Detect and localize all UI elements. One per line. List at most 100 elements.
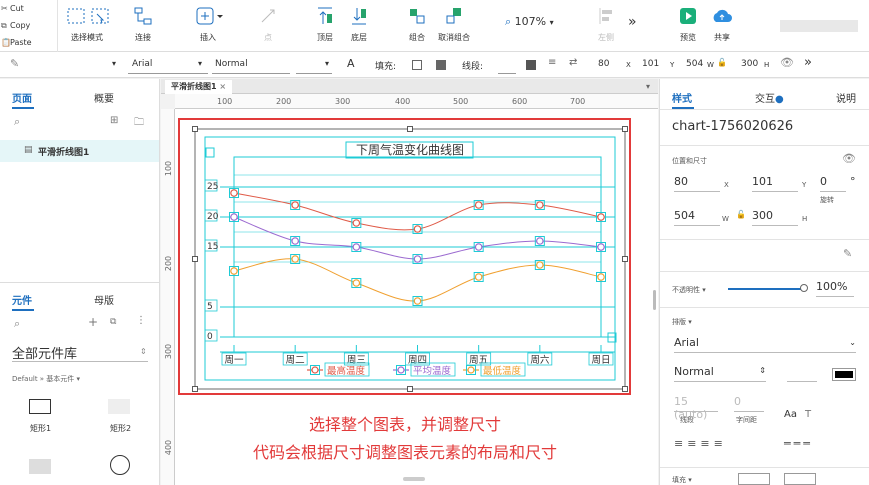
ungroup-icon <box>446 8 461 24</box>
h-field[interactable]: 300 <box>752 209 802 226</box>
style-edit-icon[interactable]: ✎ <box>843 247 852 260</box>
align-buttons[interactable]: ≡≡≡≡ <box>674 437 727 450</box>
add-page-icon[interactable]: ⊞ <box>110 115 118 126</box>
divider <box>0 282 159 283</box>
shadow-swatch[interactable] <box>784 473 816 485</box>
zoom-control[interactable]: ⌕ 107% ▾ <box>505 15 554 29</box>
group-button[interactable]: 组合 <box>404 6 430 43</box>
widget-ellipse-thumb[interactable] <box>110 455 130 475</box>
select-mode-button[interactable]: 选择模式 <box>65 6 109 43</box>
visibility-eye-icon[interactable]: 👁 <box>842 152 856 165</box>
tab-style[interactable]: 样式 <box>672 90 692 105</box>
add-folder-icon[interactable]: 🗀 <box>134 115 144 132</box>
opacity-value: 100% <box>816 280 848 293</box>
share-button[interactable]: 共享 <box>708 6 736 43</box>
opacity-label-text: 不透明性 <box>672 286 700 294</box>
bring-to-top-button[interactable]: 顶层 <box>312 6 338 43</box>
visibility-eye-icon[interactable]: 👁 <box>780 56 794 69</box>
user-account-placeholder[interactable] <box>780 20 858 32</box>
preview-button[interactable]: 预览 <box>676 6 700 43</box>
resize-handle <box>407 126 413 132</box>
font-weight-select[interactable]: Normal ⇕ <box>674 365 766 382</box>
font-select[interactable]: Arial <box>132 59 152 69</box>
w-field[interactable]: 504 <box>686 59 703 69</box>
more-vertical-icon[interactable]: ⋮ <box>136 315 146 326</box>
arrow-style-icon[interactable]: ⇄ <box>569 57 577 68</box>
tab-outline[interactable]: 概要 <box>94 90 114 105</box>
tab-notes[interactable]: 说明 <box>836 90 856 105</box>
tab-masters[interactable]: 母版 <box>94 292 114 307</box>
chevron-updown-icon[interactable]: ⇕ <box>140 347 147 356</box>
send-to-bottom-button[interactable]: 底层 <box>346 6 372 43</box>
lock-icon[interactable]: 🔓 <box>736 210 746 219</box>
widget-image-thumb[interactable] <box>29 459 51 474</box>
opacity-slider-thumb[interactable] <box>800 284 808 292</box>
fill-color-swatch[interactable] <box>412 60 422 70</box>
rotation-field[interactable]: 0 ° <box>820 175 860 192</box>
tab-pages[interactable]: 页面 <box>12 90 32 105</box>
valign-buttons[interactable]: ═══ <box>784 437 813 450</box>
tab-interactions[interactable]: 交互● <box>755 90 784 105</box>
tab-widgets[interactable]: 元件 <box>12 292 32 307</box>
opacity-slider-track[interactable] <box>728 288 804 290</box>
page-tab[interactable]: 平滑折线图1 × <box>165 80 233 94</box>
library-path[interactable]: Default » 基本元件 ▾ <box>12 374 80 384</box>
widget-rectangle1-thumb[interactable] <box>29 399 51 414</box>
library-copy-icon[interactable]: ⧉ <box>110 317 116 327</box>
page-icon: ▤ <box>24 145 33 155</box>
font-size-underline[interactable] <box>787 381 817 382</box>
element-name[interactable]: chart-1756020626 <box>672 119 793 134</box>
text-color-picker[interactable] <box>832 368 856 381</box>
paste-button[interactable]: 📋 Paste <box>0 34 57 51</box>
opacity-field[interactable]: 100% <box>816 280 856 297</box>
tab-dropdown-icon[interactable]: ▾ <box>646 82 650 91</box>
connect-button[interactable]: 连接 <box>128 6 158 43</box>
stroke-color-swatch[interactable] <box>526 60 536 70</box>
text-format-icon[interactable]: T <box>805 409 811 420</box>
insert-button[interactable]: 插入 <box>190 6 226 43</box>
w-field[interactable]: 504 <box>674 209 724 226</box>
style-painter-icon[interactable]: ✎ <box>10 57 19 70</box>
add-library-icon[interactable]: + <box>88 315 98 329</box>
y-field[interactable]: 101 <box>752 175 802 192</box>
x-label: X <box>724 181 729 189</box>
ungroup-button[interactable]: 取消组合 <box>436 6 472 43</box>
fill-swatch[interactable] <box>738 473 770 485</box>
font-select[interactable]: Arial ⌄ <box>674 336 856 353</box>
chevron-down-icon[interactable]: ▾ <box>325 59 329 68</box>
page-canvas[interactable]: 下周气温变化曲线图 25 20 15 5 0 周一 周二 周三 周四 周五 周六 周日 最高温度 平均温度最… <box>175 109 658 485</box>
divider <box>660 307 869 308</box>
page-list-item[interactable]: ▤ 平滑折线图1 <box>0 140 159 162</box>
search-icon[interactable]: ⌕ <box>14 317 20 331</box>
chevron-down-icon[interactable]: ▾ <box>198 59 202 68</box>
h-field[interactable]: 300 <box>741 59 758 69</box>
weight-select[interactable]: Normal <box>215 59 248 69</box>
scroll-handle[interactable] <box>403 477 425 481</box>
text-color-icon[interactable]: A <box>347 57 355 70</box>
more-tools-icon[interactable]: » <box>628 14 637 30</box>
more-format-icon[interactable]: » <box>804 55 812 70</box>
legend-marker <box>311 366 319 374</box>
y-label: Y <box>670 61 675 69</box>
widget-rectangle2-thumb[interactable] <box>108 399 130 414</box>
x-tick-label: 周六 <box>530 354 550 366</box>
close-icon[interactable]: × <box>219 82 226 91</box>
search-icon[interactable]: ⌕ <box>14 115 20 129</box>
x-field[interactable]: 80 <box>674 175 724 192</box>
copy-button[interactable]: ⧉ Copy <box>0 17 57 34</box>
library-select[interactable]: 全部元件库 <box>12 343 77 362</box>
x-field[interactable]: 80 <box>598 59 609 69</box>
text-style-icon[interactable]: Aa <box>784 409 797 420</box>
annotation-line-2: 代码会根据尺寸调整图表元素的布局和尺寸 <box>252 443 557 462</box>
shadow-swatch[interactable] <box>436 60 446 70</box>
lock-icon[interactable]: 🔓 <box>717 58 727 67</box>
chevron-down-icon[interactable]: ▾ <box>112 59 116 68</box>
y-field[interactable]: 101 <box>642 59 659 69</box>
line-style-icon[interactable]: ≡ <box>548 57 556 68</box>
panel-resize-handle[interactable] <box>653 290 656 310</box>
letter-spacing-field[interactable]: 0 <box>734 395 764 412</box>
point-button[interactable]: 点 <box>256 6 280 43</box>
align-left-button[interactable]: 左侧 <box>594 6 618 43</box>
cut-button[interactable]: ✂ Cut <box>0 0 57 17</box>
ruler-label: 300 <box>335 97 351 106</box>
